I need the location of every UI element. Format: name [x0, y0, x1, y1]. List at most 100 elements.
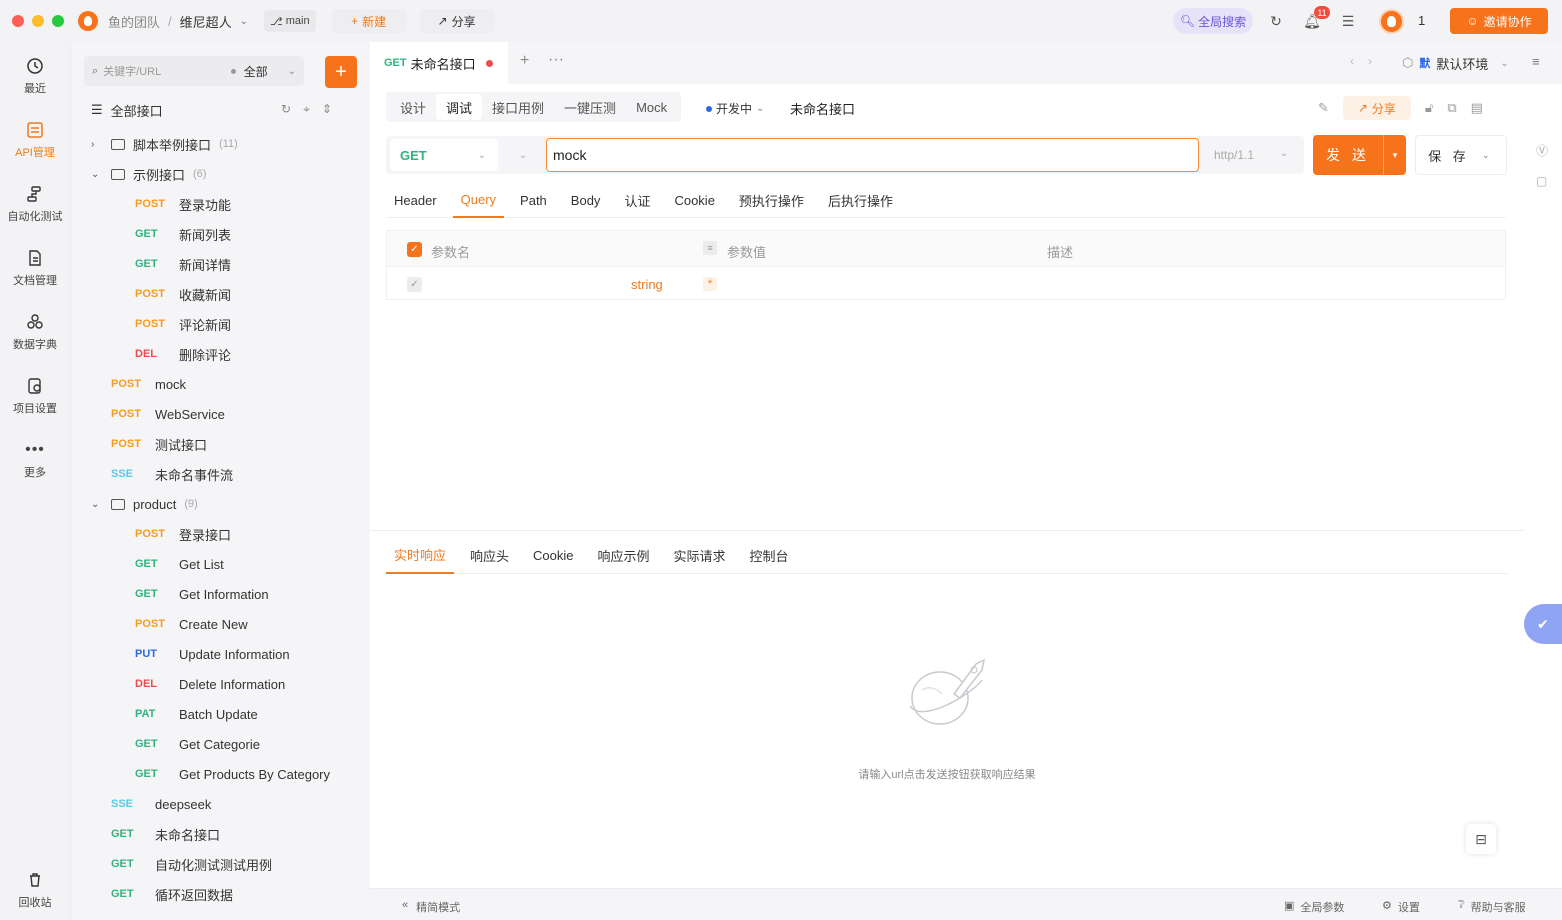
share-project-button[interactable]: ↗ 分享: [419, 9, 494, 33]
search-input[interactable]: ⌕ 关键字/URL 全部 ⌄: [84, 56, 304, 86]
team-name[interactable]: 鱼的团队: [108, 12, 160, 31]
message-icon[interactable]: ☰: [1338, 11, 1358, 31]
environment-menu-icon[interactable]: ≡: [1532, 54, 1540, 69]
rail-item-dict[interactable]: 数据字典: [0, 312, 70, 352]
method-filter[interactable]: 全部 ⌄: [230, 63, 296, 80]
tree-api-item[interactable]: POST 登录功能: [135, 189, 231, 219]
rail-item-autotest[interactable]: 自动化测试: [0, 184, 70, 224]
tree-folder[interactable]: ⌄ 示例接口 (6): [91, 159, 206, 189]
edit-icon[interactable]: ✎: [1318, 100, 1329, 116]
lock-icon[interactable]: 🔓︎: [1425, 100, 1433, 116]
tree-api-item[interactable]: POST 收藏新闻: [135, 279, 231, 309]
tree-api-item[interactable]: POST Create New: [135, 609, 248, 639]
tree-api-item[interactable]: DEL Delete Information: [135, 669, 285, 699]
mode-tab[interactable]: 一键压测: [554, 94, 626, 120]
tree-api-item[interactable]: GET 新闻详情: [135, 249, 231, 279]
sync-icon[interactable]: ↻: [1266, 11, 1286, 31]
tree-api-item[interactable]: GET 循环返回数据: [111, 879, 233, 909]
assistant-bubble-icon[interactable]: ✔: [1524, 604, 1562, 644]
code-icon[interactable]: ▢: [1536, 174, 1547, 188]
more-tabs-icon[interactable]: ···: [548, 51, 564, 69]
tree-api-item[interactable]: POST WebService: [111, 399, 225, 429]
settings-button[interactable]: ⚙ 设置: [1382, 899, 1420, 915]
mode-tab[interactable]: 设计: [390, 94, 436, 120]
archive-icon[interactable]: ▤: [1471, 100, 1483, 116]
required-toggle[interactable]: *: [703, 277, 717, 291]
locate-icon[interactable]: ⌖: [303, 102, 310, 117]
mode-tab[interactable]: 调试: [436, 94, 483, 120]
rail-item-docs[interactable]: 文档管理: [0, 248, 70, 288]
tree-api-item[interactable]: POST 登录接口: [135, 519, 231, 549]
api-info-icon[interactable]: Ⓥ: [1536, 142, 1548, 159]
rail-item-trash[interactable]: 回收站: [0, 870, 70, 910]
branch-selector[interactable]: ⎇ main: [264, 10, 316, 32]
new-tab-icon[interactable]: +: [520, 52, 529, 70]
api-name[interactable]: 未命名接口: [790, 99, 855, 118]
new-button[interactable]: + 新建: [331, 9, 406, 33]
response-tab[interactable]: 响应示例: [590, 536, 658, 574]
send-button[interactable]: 发 送 ▾: [1313, 135, 1406, 175]
mode-tab[interactable]: Mock: [626, 94, 677, 120]
tree-api-item[interactable]: GET 未命名接口: [111, 819, 220, 849]
param-tab[interactable]: Cookie: [666, 182, 722, 218]
tree-folder[interactable]: › 脚本举例接口 (11): [91, 129, 238, 159]
rail-item-more[interactable]: ••• 更多: [0, 440, 70, 480]
tree-api-item[interactable]: PAT Batch Update: [135, 699, 258, 729]
collapse-icon[interactable]: ⇕: [322, 102, 332, 117]
tree-api-item[interactable]: PUT Update Information: [135, 639, 290, 669]
minimize-window-button[interactable]: [32, 15, 44, 27]
add-api-button[interactable]: +: [325, 56, 357, 88]
response-tab[interactable]: 响应头: [462, 536, 517, 574]
chevron-down-icon[interactable]: ▾: [1384, 150, 1406, 161]
response-tab[interactable]: Cookie: [525, 536, 581, 574]
response-tab[interactable]: 实际请求: [666, 536, 734, 574]
mode-tab[interactable]: 接口用例: [482, 94, 554, 120]
tab-untitled-api[interactable]: GET 未命名接口: [370, 42, 508, 84]
param-tab[interactable]: Header: [386, 182, 445, 218]
user-avatar[interactable]: [1379, 9, 1404, 34]
tree-api-item[interactable]: SSE deepseek: [111, 789, 211, 819]
help-button[interactable]: ❔︎ 帮助与客服: [1458, 899, 1526, 915]
row-checkbox[interactable]: ✓: [407, 277, 422, 292]
response-tab[interactable]: 实时响应: [386, 536, 455, 574]
url-input[interactable]: [546, 138, 1199, 172]
close-window-button[interactable]: [12, 15, 24, 27]
rail-item-settings[interactable]: 项目设置: [0, 376, 70, 416]
tree-api-item[interactable]: GET 自动化测试测试用例: [111, 849, 272, 879]
rail-item-api[interactable]: API管理: [0, 120, 70, 160]
param-tab[interactable]: 认证: [616, 182, 658, 218]
param-tab[interactable]: Query: [452, 182, 505, 218]
layout-toggle-icon[interactable]: ⊟: [1466, 824, 1496, 854]
all-apis-root[interactable]: ☰ 全部接口: [91, 100, 163, 120]
param-tab[interactable]: 预执行操作: [731, 182, 812, 218]
select-all-checkbox[interactable]: ✓: [407, 242, 422, 257]
project-name[interactable]: 维尼超人: [180, 12, 232, 31]
environment-selector[interactable]: ⬡ 默 默认环境 ⌄: [1402, 50, 1528, 76]
chevron-left-icon[interactable]: ‹: [1350, 54, 1354, 68]
param-tab[interactable]: 后执行操作: [820, 182, 901, 218]
global-params-button[interactable]: ▣ 全局参数: [1284, 899, 1344, 915]
tree-api-item[interactable]: SSE 未命名事件流: [111, 459, 233, 489]
bulk-edit-icon[interactable]: ≡: [703, 241, 717, 255]
tree-api-item[interactable]: POST 测试接口: [111, 429, 207, 459]
param-type[interactable]: string: [631, 277, 663, 292]
protocol-select[interactable]: http/1.1 ⌄: [1214, 148, 1288, 162]
tree-api-item[interactable]: POST 评论新闻: [135, 309, 231, 339]
method-select[interactable]: GET ⌄: [390, 139, 498, 171]
global-search-button[interactable]: 🔍︎ 全局搜索: [1173, 8, 1253, 34]
tree-api-item[interactable]: DEL 删除评论: [135, 339, 231, 369]
refresh-icon[interactable]: ↻: [281, 102, 291, 117]
simple-mode-toggle[interactable]: « 精简模式: [402, 899, 460, 915]
tree-api-item[interactable]: GET Get Information: [135, 579, 269, 609]
url-prefix-select[interactable]: ⌄: [504, 139, 542, 171]
tree-folder[interactable]: ⌄ product (9): [91, 489, 198, 519]
chevron-down-icon[interactable]: ⌄: [91, 499, 103, 510]
online-user-count[interactable]: 1: [1418, 13, 1425, 28]
tree-api-item[interactable]: GET 新闻列表: [135, 219, 231, 249]
param-tab[interactable]: Body: [563, 182, 609, 218]
chevron-down-icon[interactable]: ⌄: [1482, 150, 1490, 161]
api-status[interactable]: 开发中 ⌄: [706, 100, 764, 117]
invite-button[interactable]: ☺ 邀请协作: [1450, 8, 1548, 34]
response-tab[interactable]: 控制台: [742, 536, 797, 574]
tree-api-item[interactable]: POST mock: [111, 369, 186, 399]
